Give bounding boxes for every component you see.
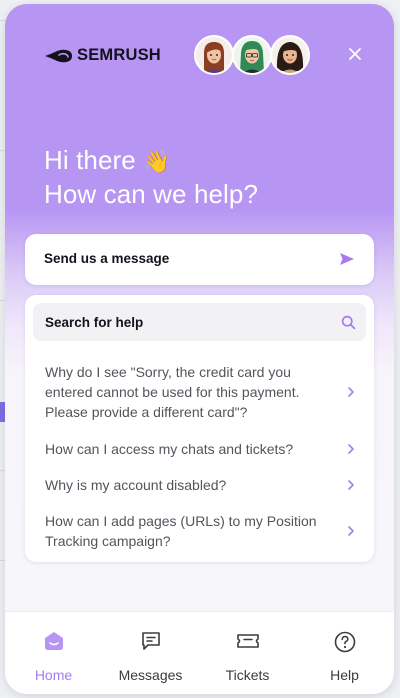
semrush-fireball-icon bbox=[45, 49, 72, 62]
home-icon bbox=[44, 632, 63, 650]
nav-help[interactable]: Help bbox=[296, 612, 393, 694]
agent-avatar-1 bbox=[194, 35, 234, 75]
nav-home[interactable]: Home bbox=[5, 612, 102, 694]
greeting-line-2: How can we help? bbox=[44, 179, 259, 209]
help-icon bbox=[334, 631, 355, 653]
faq-item-credit-card[interactable]: Why do I see "Sorry, the credit card you… bbox=[45, 362, 355, 424]
search-placeholder: Search for help bbox=[45, 315, 144, 330]
faq-item-account-disabled[interactable]: Why is my account disabled? bbox=[45, 475, 355, 495]
nav-home-label: Home bbox=[34, 667, 73, 683]
messages-icon bbox=[141, 632, 160, 650]
help-panel: Search for help Why do I see "Sorry, the… bbox=[25, 295, 374, 562]
send-icon bbox=[340, 253, 354, 265]
search-icon bbox=[341, 315, 356, 330]
semrush-logo: SEMRUSH bbox=[45, 46, 161, 65]
bottom-nav: Home Messages Tickets Help bbox=[5, 611, 394, 694]
faq-item-position-tracking[interactable]: How can I add pages (URLs) to my Positio… bbox=[45, 511, 355, 551]
nav-tickets[interactable]: Tickets bbox=[199, 612, 296, 694]
nav-tickets-label: Tickets bbox=[225, 667, 270, 683]
send-message-button[interactable]: Send us a message bbox=[25, 234, 374, 285]
widget-header: SEMRUSH Hi there 👋 How can we help? bbox=[5, 4, 394, 234]
agent-avatar-2 bbox=[232, 35, 272, 75]
faq-text: How can I add pages (URLs) to my Positio… bbox=[45, 513, 317, 549]
chevron-right-icon bbox=[348, 480, 354, 490]
chevron-right-icon bbox=[348, 444, 354, 454]
agent-avatar-3 bbox=[270, 35, 310, 75]
wave-icon: 👋 bbox=[143, 149, 171, 174]
chevron-right-icon bbox=[348, 387, 354, 397]
tickets-icon bbox=[236, 634, 259, 648]
search-input[interactable]: Search for help bbox=[33, 303, 366, 341]
messenger-widget: SEMRUSH Hi there 👋 How can we help? Send… bbox=[5, 4, 394, 694]
greeting: Hi there 👋 How can we help? bbox=[44, 144, 258, 211]
greeting-line-1: Hi there 👋 bbox=[44, 144, 258, 178]
nav-messages[interactable]: Messages bbox=[102, 612, 199, 694]
close-icon bbox=[349, 48, 361, 60]
send-message-label: Send us a message bbox=[44, 251, 170, 266]
faq-text: Why do I see "Sorry, the credit card you… bbox=[45, 364, 300, 420]
faq-text: Why is my account disabled? bbox=[45, 477, 227, 493]
nav-help-label: Help bbox=[330, 667, 359, 683]
logo-text: SEMRUSH bbox=[77, 46, 161, 64]
nav-messages-label: Messages bbox=[118, 667, 183, 683]
faq-item-chats-tickets[interactable]: How can I access my chats and tickets? bbox=[45, 439, 355, 459]
close-button[interactable] bbox=[346, 45, 364, 63]
greeting-text: Hi there bbox=[44, 145, 136, 175]
faq-text: How can I access my chats and tickets? bbox=[45, 441, 294, 457]
agent-avatars bbox=[194, 35, 310, 75]
chevron-right-icon bbox=[348, 526, 354, 536]
